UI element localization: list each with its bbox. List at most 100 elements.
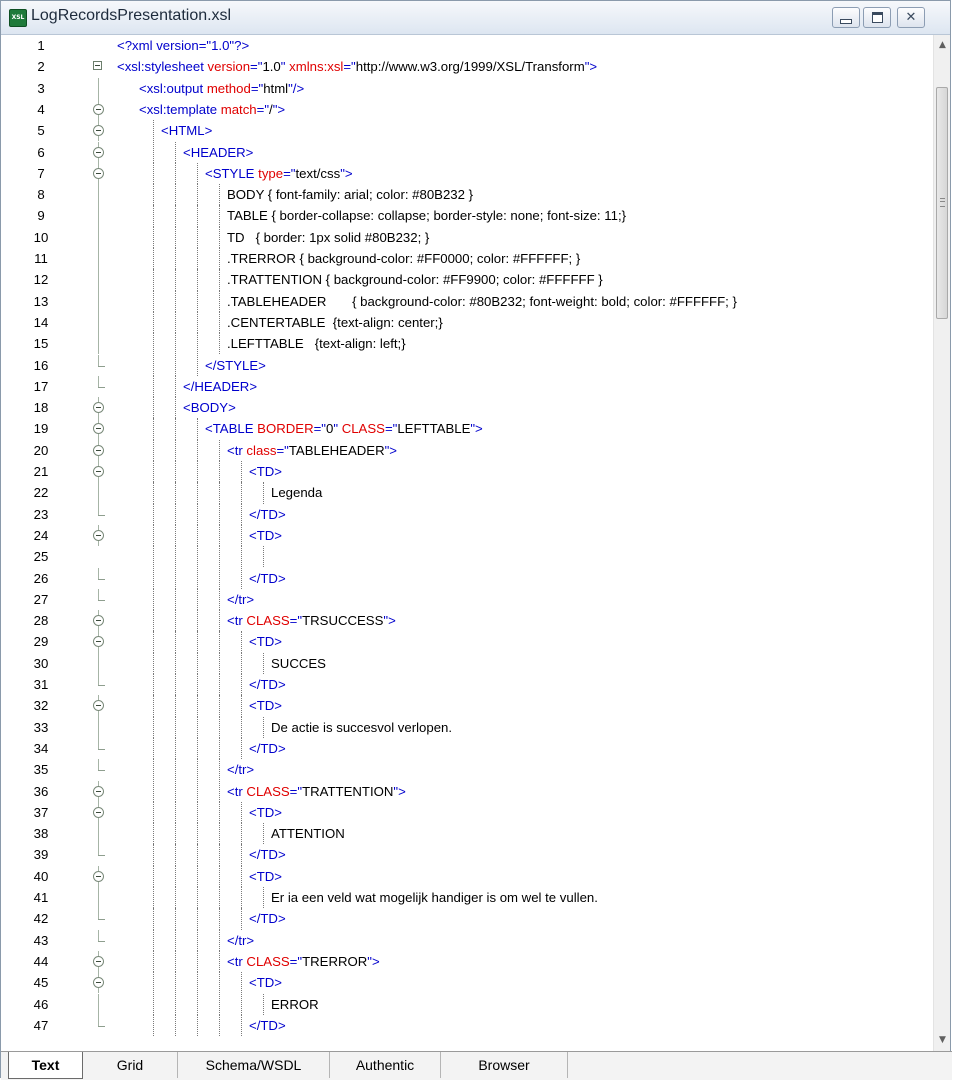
attribute-token: CLASS — [246, 783, 290, 799]
fold-collapse-icon[interactable] — [93, 423, 104, 435]
code-line[interactable]: 18 <BODY> — [1, 397, 926, 419]
code-line[interactable]: 3 <xsl:output method="html"/> — [1, 77, 926, 99]
indent-guide — [241, 567, 242, 589]
fold-collapse-icon[interactable] — [93, 785, 104, 797]
code-text: ERROR — [271, 994, 319, 1015]
code-text: <TD> — [249, 866, 282, 887]
fold-collapse-icon[interactable] — [93, 806, 104, 818]
code-line[interactable]: 7 <STYLE type="text/css"> — [1, 162, 926, 185]
code-editor[interactable]: 1 <?xml version="1.0"?> 2 <xsl:stylesheet v… — [1, 35, 950, 1051]
code-line[interactable]: 39 </TD> — [1, 844, 926, 866]
code-line[interactable]: 34 </TD> — [1, 737, 926, 760]
code-text: <TD> — [249, 525, 282, 546]
tab-authentic[interactable]: Authentic — [330, 1052, 441, 1078]
fold-collapse-icon[interactable] — [93, 167, 104, 179]
fold-guide — [98, 1014, 99, 1026]
code-line[interactable]: 20 <tr class="TABLEHEADER"> — [1, 439, 926, 461]
fold-collapse-icon[interactable] — [93, 700, 104, 712]
code-line[interactable]: 17 </HEADER> — [1, 375, 926, 398]
fold-collapse-icon[interactable] — [93, 955, 104, 967]
minimize-button[interactable] — [832, 7, 860, 28]
tab-browser[interactable]: Browser — [441, 1052, 568, 1078]
code-line[interactable]: 1 <?xml version="1.0"?> — [1, 35, 926, 56]
code-line[interactable]: 12 .TRATTENTION { background-color: #FF99… — [1, 269, 926, 291]
vertical-scrollbar[interactable]: ▲ ▼ — [933, 35, 950, 1051]
tab-text[interactable]: Text — [8, 1052, 83, 1079]
fold-collapse-icon[interactable] — [93, 615, 104, 627]
code-line[interactable]: 32 <TD> — [1, 695, 926, 717]
code-line[interactable]: 30 SUCCES — [1, 652, 926, 674]
tag-token: <tr — [227, 613, 247, 629]
line-number: 30 — [33, 655, 49, 671]
code-line[interactable]: 43 </tr> — [1, 929, 926, 951]
code-line[interactable]: 5 <HTML> — [1, 120, 926, 142]
fold-collapse-icon[interactable] — [93, 870, 104, 882]
fold-collapse-icon[interactable] — [93, 977, 104, 989]
code-line[interactable]: 27 </tr> — [1, 588, 926, 611]
indent-guide — [197, 993, 198, 1015]
scrollbar-thumb[interactable] — [936, 87, 948, 319]
code-line[interactable]: 11 .TRERROR { background-color: #FF0000; … — [1, 248, 926, 270]
fold-collapse-icon[interactable] — [93, 402, 104, 414]
code-line[interactable]: 8 BODY { font-family: arial; color: #80B2… — [1, 184, 926, 206]
title-bar[interactable]: XSL LogRecordsPresentation.xsl ✕ — [1, 1, 950, 35]
scroll-down-arrow-icon[interactable]: ▼ — [934, 1032, 951, 1049]
code-line[interactable]: 37 <TD> — [1, 801, 926, 824]
code-line[interactable]: 46 ERROR — [1, 993, 926, 1015]
code-line[interactable]: 9 TABLE { border-collapse: collapse; bord… — [1, 205, 926, 227]
fold-collapse-icon[interactable] — [93, 444, 104, 456]
code-line[interactable]: 40 <TD> — [1, 865, 926, 887]
fold-collapse-icon[interactable] — [93, 636, 104, 648]
close-button[interactable]: ✕ — [897, 7, 925, 28]
fold-end-marker — [98, 375, 105, 388]
fold-collapse-icon[interactable] — [93, 529, 104, 541]
code-line[interactable]: 28 <tr CLASS="TRSUCCESS"> — [1, 610, 926, 632]
code-line[interactable]: 25 — [1, 546, 926, 568]
fold-guide — [98, 354, 99, 366]
fold-collapse-icon[interactable] — [93, 146, 104, 158]
indent-guide — [263, 482, 264, 504]
tag-token: "> — [384, 442, 398, 458]
code-line[interactable]: 44 <tr CLASS="TRERROR"> — [1, 950, 926, 973]
code-line[interactable]: 21 <TD> — [1, 461, 926, 483]
code-line[interactable]: 42 </TD> — [1, 908, 926, 930]
attribute-token: BORDER — [257, 421, 314, 437]
indent-guide — [241, 546, 242, 568]
code-line[interactable]: 6 <HEADER> — [1, 141, 926, 163]
tab-grid[interactable]: Grid — [83, 1052, 178, 1078]
scroll-up-arrow-icon[interactable]: ▲ — [934, 37, 951, 54]
code-line[interactable]: 35 </tr> — [1, 759, 926, 781]
code-line[interactable]: 10 TD { border: 1px solid #80B232; } — [1, 226, 926, 248]
code-line[interactable]: 38 ATTENTION — [1, 823, 926, 845]
attribute-token: match — [220, 101, 257, 117]
code-line[interactable]: 41 Er ia een veld wat mogelijk handiger i… — [1, 887, 926, 909]
fold-collapse-icon[interactable] — [93, 103, 104, 115]
code-line[interactable]: 15 .LEFTTABLE {text-align: left;} — [1, 333, 926, 355]
code-line[interactable]: 47 </TD> — [1, 1014, 926, 1037]
code-line[interactable]: 36 <tr CLASS="TRATTENTION"> — [1, 780, 926, 802]
code-line[interactable]: 14 .CENTERTABLE {text-align: center;} — [1, 311, 926, 334]
code-line[interactable]: 4 <xsl:template match="/"> — [1, 98, 926, 121]
fold-collapse-icon[interactable] — [93, 466, 104, 477]
code-line[interactable]: 23 </TD> — [1, 503, 926, 525]
fold-collapse-icon[interactable] — [93, 125, 104, 137]
restore-button[interactable] — [863, 7, 891, 28]
code-line[interactable]: 33 De actie is succesvol verlopen. — [1, 716, 926, 738]
fold-collapse-icon[interactable] — [93, 61, 102, 71]
code-line[interactable]: 24 <TD> — [1, 524, 926, 547]
line-number: 21 — [33, 464, 49, 479]
code-line[interactable]: 26 </TD> — [1, 567, 926, 589]
code-line[interactable]: 2 <xsl:stylesheet version="1.0" xmlns:xsl… — [1, 56, 926, 77]
indent-guide — [197, 737, 198, 760]
code-line[interactable]: 31 </TD> — [1, 674, 926, 696]
indent-guide — [197, 844, 198, 866]
tab-schema-wsdl[interactable]: Schema/WSDL — [178, 1052, 330, 1078]
code-line[interactable]: 29 <TD> — [1, 631, 926, 653]
code-line[interactable]: 16 </STYLE> — [1, 354, 926, 376]
indent-guide — [241, 823, 242, 845]
code-text: BODY { font-family: arial; color: #80B23… — [227, 184, 473, 205]
code-line[interactable]: 22 Legenda — [1, 482, 926, 504]
code-line[interactable]: 45 <TD> — [1, 972, 926, 994]
code-line[interactable]: 13 .TABLEHEADER { background-color: #80B2… — [1, 290, 926, 312]
code-line[interactable]: 19 <TABLE BORDER="0" CLASS="LEFTTABLE"> — [1, 418, 926, 440]
